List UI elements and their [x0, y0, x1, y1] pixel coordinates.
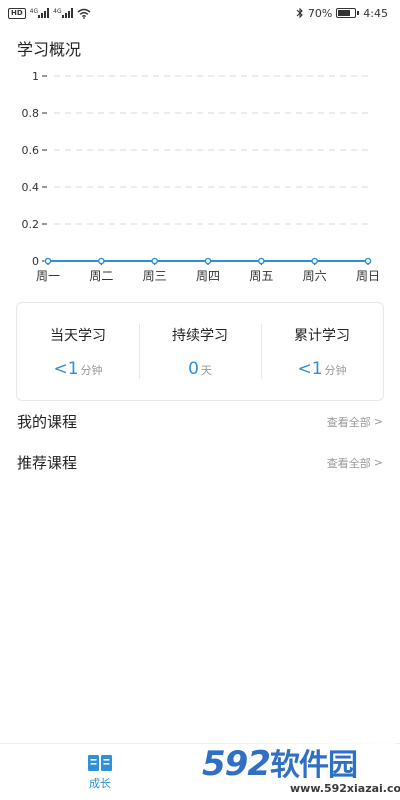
status-bar-left: HD 4G 4G	[8, 7, 91, 19]
y-tick-label: 0	[32, 255, 39, 268]
x-tick-label: 周三	[143, 269, 167, 283]
recommended-courses-view-all-link[interactable]: 查看全部 >	[327, 455, 383, 471]
watermark-url: www.592xiazai.com	[290, 782, 400, 795]
status-bar: HD 4G 4G 70% 4:45	[0, 0, 400, 26]
chevron-right-icon: >	[373, 415, 383, 428]
signal-icon: 4G	[29, 8, 50, 18]
y-tick-label: 0.2	[22, 218, 40, 231]
study-stats-card: 当天学习 <1 分钟 持续学习 0 天 累计学习 <1 分钟	[16, 302, 384, 401]
weekly-study-chart: 0 0.2 0.4 0.6 0.8 1 周一 周二 周三 周四 周五 周六 周日	[22, 70, 381, 283]
signal-icon-2: 4G	[53, 8, 73, 18]
bluetooth-icon	[296, 7, 303, 19]
data-point	[151, 257, 158, 265]
data-point	[258, 257, 265, 265]
x-tick-label: 周日	[356, 269, 380, 283]
view-all-label: 查看全部	[326, 415, 371, 429]
status-bar-right: 70% 4:45	[296, 7, 388, 20]
battery-percent: 70%	[307, 6, 333, 20]
stat-value-row: 0 天	[188, 359, 212, 379]
my-courses-view-all-link[interactable]: 查看全部 >	[327, 414, 383, 430]
stat-value-row: <1 分钟	[53, 359, 102, 379]
stat-today: 当天学习 <1 分钟	[17, 303, 139, 400]
watermark-logo-text: 软件园	[269, 748, 358, 783]
my-courses-row: 我的课程 查看全部 >	[17, 411, 383, 432]
wifi-icon	[77, 8, 91, 19]
x-tick-label: 周一	[36, 269, 60, 283]
stat-total: 累计学习 <1 分钟	[261, 303, 383, 400]
hd-indicator: HD	[8, 7, 26, 19]
stat-value-row: <1 分钟	[297, 359, 346, 379]
clock-time: 4:45	[363, 6, 388, 20]
watermark-logo: 592软件园	[202, 740, 358, 784]
recommended-courses-title: 推荐课程	[17, 454, 78, 472]
data-point	[204, 257, 212, 265]
stat-label: 累计学习	[294, 327, 350, 344]
stat-value: 0	[188, 358, 199, 379]
stat-continuous: 持续学习 0 天	[139, 303, 261, 400]
recommended-courses-row: 推荐课程 查看全部 >	[17, 452, 383, 473]
stat-unit: 分钟	[80, 363, 103, 377]
y-tick-label: 0.4	[22, 181, 40, 194]
stat-label: 当天学习	[50, 327, 106, 344]
nav-tab-growth[interactable]: 成长	[0, 744, 200, 800]
x-tick-label: 周六	[303, 269, 327, 283]
y-tick-label: 0.6	[22, 144, 40, 157]
y-tick-label: 0.8	[22, 107, 40, 120]
stat-unit: 天	[200, 363, 212, 377]
y-tick-label: 1	[32, 70, 39, 83]
battery-icon	[336, 8, 360, 18]
page-title: 学习概况	[17, 40, 82, 59]
my-courses-title: 我的课程	[17, 413, 78, 431]
stat-unit: 分钟	[324, 363, 347, 377]
x-tick-label: 周四	[196, 269, 220, 283]
stat-value: <1	[53, 358, 79, 379]
view-all-label: 查看全部	[326, 456, 371, 470]
x-tick-label: 周五	[249, 269, 273, 283]
site-watermark: 592软件园 www.592xiazai.com	[196, 740, 400, 798]
data-point	[364, 257, 372, 265]
network-type-label-2: 4G	[53, 8, 62, 15]
stat-label: 持续学习	[172, 327, 228, 344]
chevron-right-icon: >	[373, 456, 383, 469]
data-point	[44, 257, 52, 265]
book-icon	[88, 754, 112, 771]
x-tick-label: 周二	[89, 269, 113, 283]
data-point	[311, 257, 318, 265]
data-point	[98, 257, 105, 265]
network-type-label: 4G	[29, 8, 39, 15]
stat-value: <1	[297, 358, 323, 379]
nav-tab-growth-label: 成长	[89, 776, 111, 790]
watermark-logo-number: 592	[202, 744, 271, 784]
